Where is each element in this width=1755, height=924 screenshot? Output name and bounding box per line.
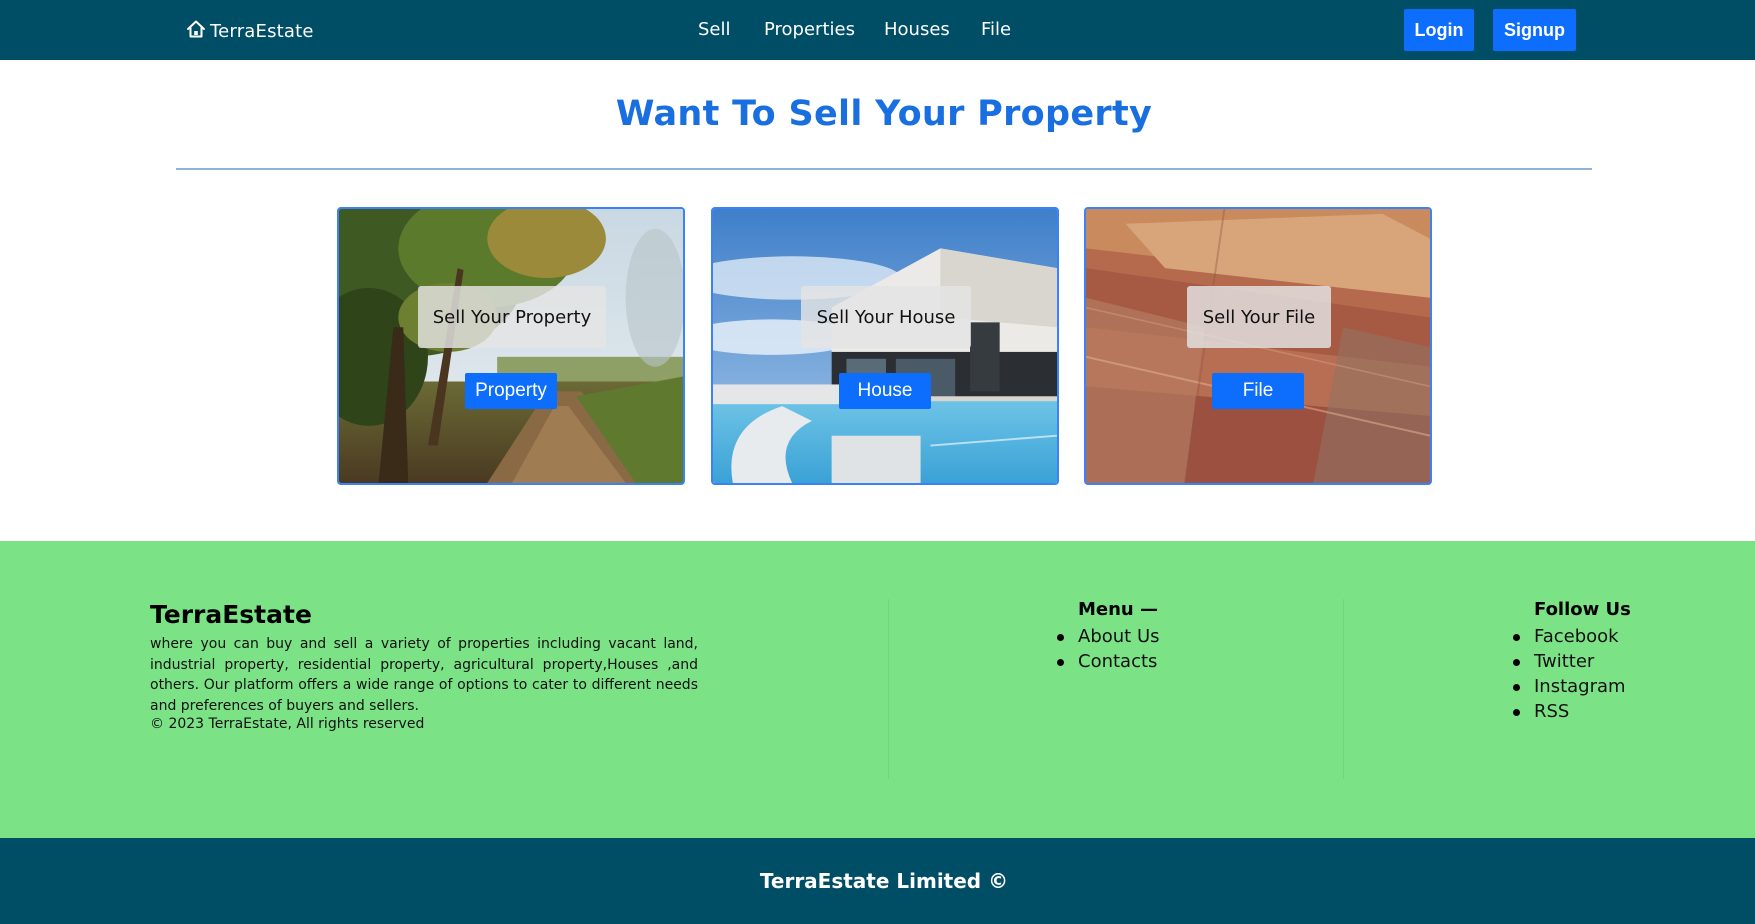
- menu-title: Menu —: [1078, 599, 1159, 620]
- house-button[interactable]: House: [839, 373, 931, 409]
- footer-social-list: Facebook Twitter Instagram RSS: [1513, 624, 1626, 724]
- nav-link-file[interactable]: File: [981, 19, 1011, 40]
- about-us-link[interactable]: About Us: [1078, 626, 1160, 647]
- footer-brand: TerraEstate: [150, 600, 312, 629]
- sell-house-card: Sell Your House House: [711, 207, 1059, 485]
- title-divider: [176, 168, 1592, 170]
- signup-button[interactable]: Signup: [1493, 9, 1576, 51]
- file-button[interactable]: File: [1212, 373, 1304, 409]
- footer-menu-list: About Us Contacts: [1057, 624, 1160, 674]
- brand-link[interactable]: TerraEstate: [185, 18, 314, 44]
- login-button[interactable]: Login: [1404, 9, 1474, 51]
- nav-link-houses[interactable]: Houses: [884, 19, 950, 40]
- sell-file-card: Sell Your File File: [1084, 207, 1432, 485]
- instagram-link[interactable]: Instagram: [1534, 676, 1626, 697]
- list-item: RSS: [1513, 699, 1626, 724]
- bottom-copyright: TerraEstate Limited ©: [759, 869, 1009, 893]
- home-icon: [185, 18, 210, 44]
- card-label: Sell Your File: [1187, 286, 1331, 348]
- list-item: Instagram: [1513, 674, 1626, 699]
- rss-link[interactable]: RSS: [1534, 701, 1569, 722]
- sell-property-card: Sell Your Property Property: [337, 207, 685, 485]
- footer-description: where you can buy and sell a variety of …: [150, 636, 698, 714]
- nav-link-sell[interactable]: Sell: [698, 19, 731, 40]
- facebook-link[interactable]: Facebook: [1534, 626, 1619, 647]
- footer-divider: [1343, 599, 1344, 779]
- footer-copyright: © 2023 TerraEstate, All rights reserved: [150, 716, 425, 732]
- property-button[interactable]: Property: [465, 373, 557, 409]
- card-label: Sell Your Property: [418, 286, 606, 348]
- list-item: About Us: [1057, 624, 1160, 649]
- contacts-link[interactable]: Contacts: [1078, 651, 1157, 672]
- footer-divider: [888, 599, 889, 779]
- list-item: Facebook: [1513, 624, 1626, 649]
- list-item: Contacts: [1057, 649, 1160, 674]
- page-title: Want To Sell Your Property: [615, 94, 1153, 134]
- twitter-link[interactable]: Twitter: [1534, 651, 1594, 672]
- brand-name: TerraEstate: [210, 20, 314, 42]
- top-navbar: TerraEstate Sell Properties Houses File …: [0, 0, 1755, 60]
- nav-link-properties[interactable]: Properties: [764, 19, 855, 40]
- card-label: Sell Your House: [801, 286, 971, 348]
- footer: TerraEstate where you can buy and sell a…: [0, 541, 1755, 838]
- follow-us-title: Follow Us: [1534, 599, 1631, 620]
- bottom-bar: TerraEstate Limited ©: [0, 838, 1755, 924]
- list-item: Twitter: [1513, 649, 1626, 674]
